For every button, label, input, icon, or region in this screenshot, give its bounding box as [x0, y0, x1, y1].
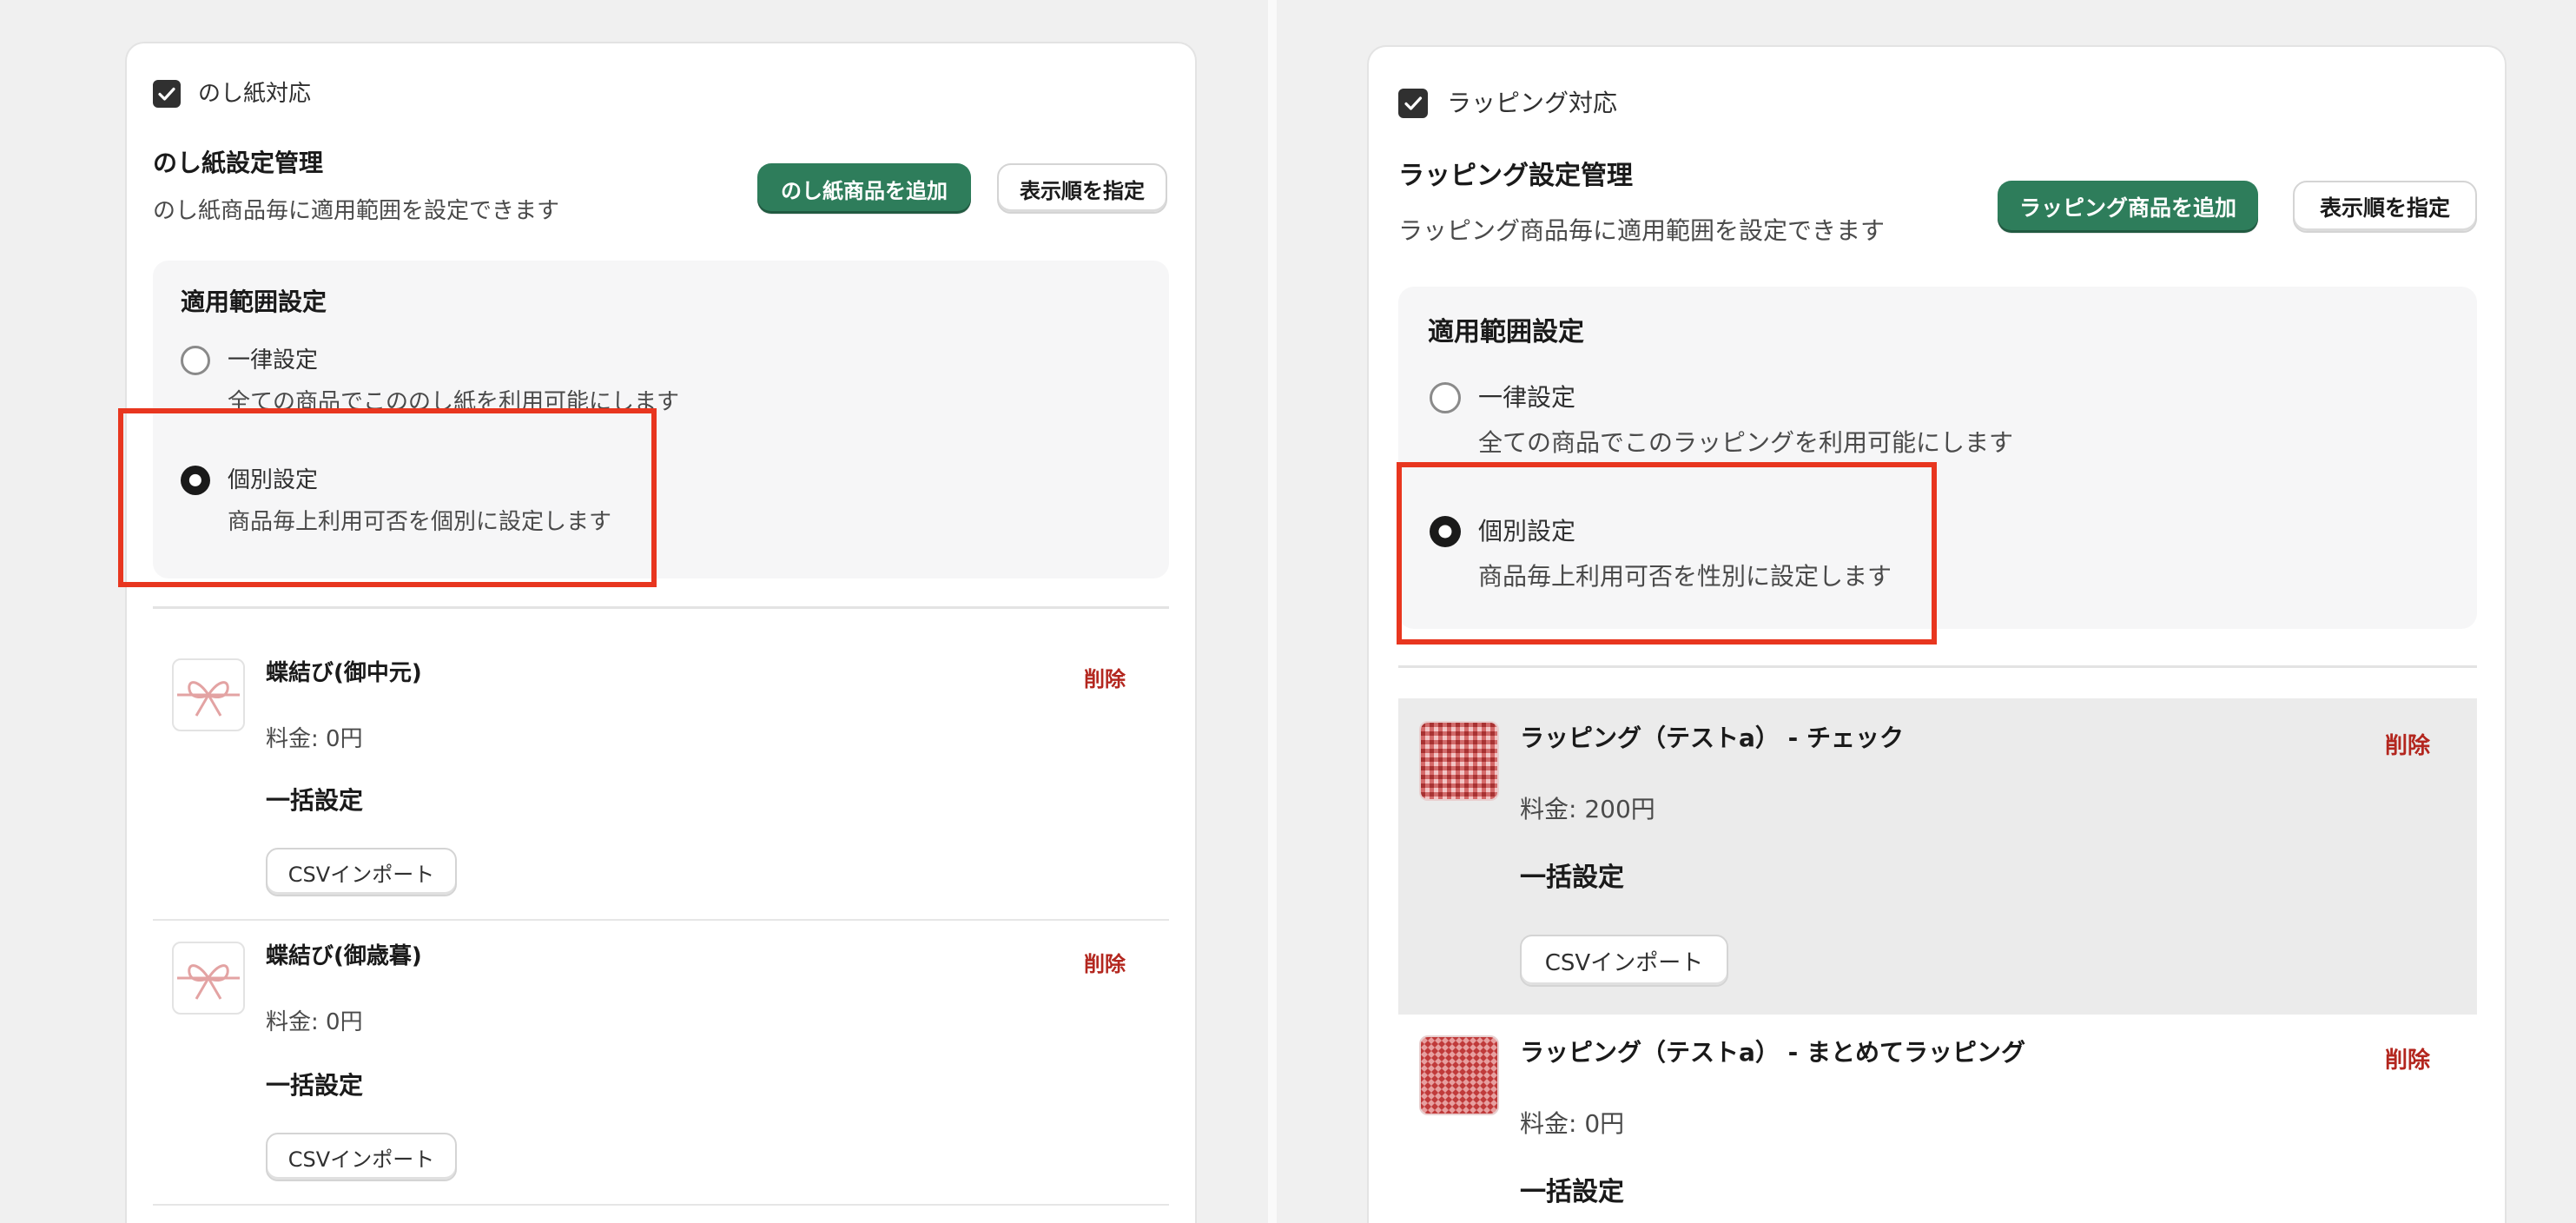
noshi-scope-title: 適用範囲設定	[181, 288, 327, 316]
noshi-product-price: 料金: 0円	[266, 1009, 363, 1035]
noshi-section-title: のし紙設定管理	[153, 149, 324, 177]
wrapping-section-desc: ラッピング商品毎に適用範囲を設定できます	[1398, 216, 1886, 245]
noshi-product-bulk-label: 一括設定	[266, 1071, 364, 1100]
highlight-box	[1397, 462, 1937, 645]
noshi-row-divider	[153, 919, 1169, 921]
wrapping-product-name: ラッピング（テストa） - チェック	[1520, 724, 1905, 752]
noshi-csv-import-button[interactable]: CSVインポート	[266, 1133, 457, 1181]
noshi-uniform-label[interactable]: 一律設定	[228, 346, 318, 375]
check-pattern-icon	[1419, 721, 1499, 801]
noshi-product-name: 蝶結び(御中元)	[266, 660, 422, 686]
diamond-pattern-icon	[1419, 1035, 1499, 1115]
noshi-uniform-radio[interactable]	[181, 346, 210, 375]
wrapping-product-delete-button[interactable]: 削除	[2385, 1046, 2430, 1075]
noshi-enable-checkbox[interactable]	[153, 80, 181, 108]
noshi-product-bulk-label: 一括設定	[266, 786, 364, 815]
wrapping-scope-title: 適用範囲設定	[1428, 317, 1584, 347]
noshi-list-divider	[153, 606, 1169, 609]
checkmark-icon	[1404, 96, 1423, 110]
wrapping-csv-import-button[interactable]: CSVインポート	[1520, 935, 1728, 987]
panel-divider	[1268, 0, 1277, 1223]
wrapping-uniform-radio[interactable]	[1430, 382, 1461, 413]
highlight-box	[118, 408, 657, 587]
wrapping-product-name: ラッピング（テストa） - まとめてラッピング	[1520, 1038, 2026, 1067]
noshi-product-delete-button[interactable]: 削除	[1084, 950, 1126, 978]
add-wrapping-product-button[interactable]: ラッピング商品を追加	[1998, 181, 2258, 233]
wrapping-product-price: 料金: 0円	[1520, 1109, 1625, 1138]
noshi-product-delete-button[interactable]: 削除	[1084, 665, 1126, 693]
wrapping-section-title: ラッピング設定管理	[1398, 161, 1633, 191]
add-noshi-product-button[interactable]: のし紙商品を追加	[757, 163, 971, 214]
noshi-panel: のし紙対応 のし紙設定管理 のし紙商品毎に適用範囲を設定できます のし紙商品を追…	[125, 42, 1197, 1223]
wrapping-display-order-button[interactable]: 表示順を指定	[2293, 181, 2477, 233]
wrapping-enable-label: ラッピング対応	[1447, 89, 1618, 117]
wrapping-uniform-label[interactable]: 一律設定	[1478, 382, 1575, 413]
wrapping-product-bulk-label: 一括設定	[1520, 863, 1624, 893]
ribbon-icon	[172, 942, 245, 1015]
wrapping-product-price: 料金: 200円	[1520, 795, 1655, 823]
noshi-csv-import-button[interactable]: CSVインポート	[266, 848, 457, 896]
noshi-product-name: 蝶結び(御歳暮)	[266, 943, 422, 969]
noshi-enable-label: のし紙対応	[198, 81, 312, 107]
ribbon-icon	[172, 658, 245, 731]
checkmark-icon	[158, 87, 175, 101]
wrapping-enable-checkbox[interactable]	[1398, 89, 1428, 118]
wrapping-uniform-desc: 全ての商品でこのラッピングを利用可能にします	[1478, 428, 2014, 457]
noshi-product-price: 料金: 0円	[266, 726, 363, 752]
wrapping-product-delete-button[interactable]: 削除	[2385, 731, 2430, 761]
noshi-display-order-button[interactable]: 表示順を指定	[997, 163, 1167, 214]
noshi-row-divider	[153, 1204, 1169, 1206]
noshi-section-desc: のし紙商品毎に適用範囲を設定できます	[153, 198, 560, 224]
wrapping-product-bulk-label: 一括設定	[1520, 1177, 1624, 1207]
wrapping-list-divider	[1398, 665, 2477, 668]
